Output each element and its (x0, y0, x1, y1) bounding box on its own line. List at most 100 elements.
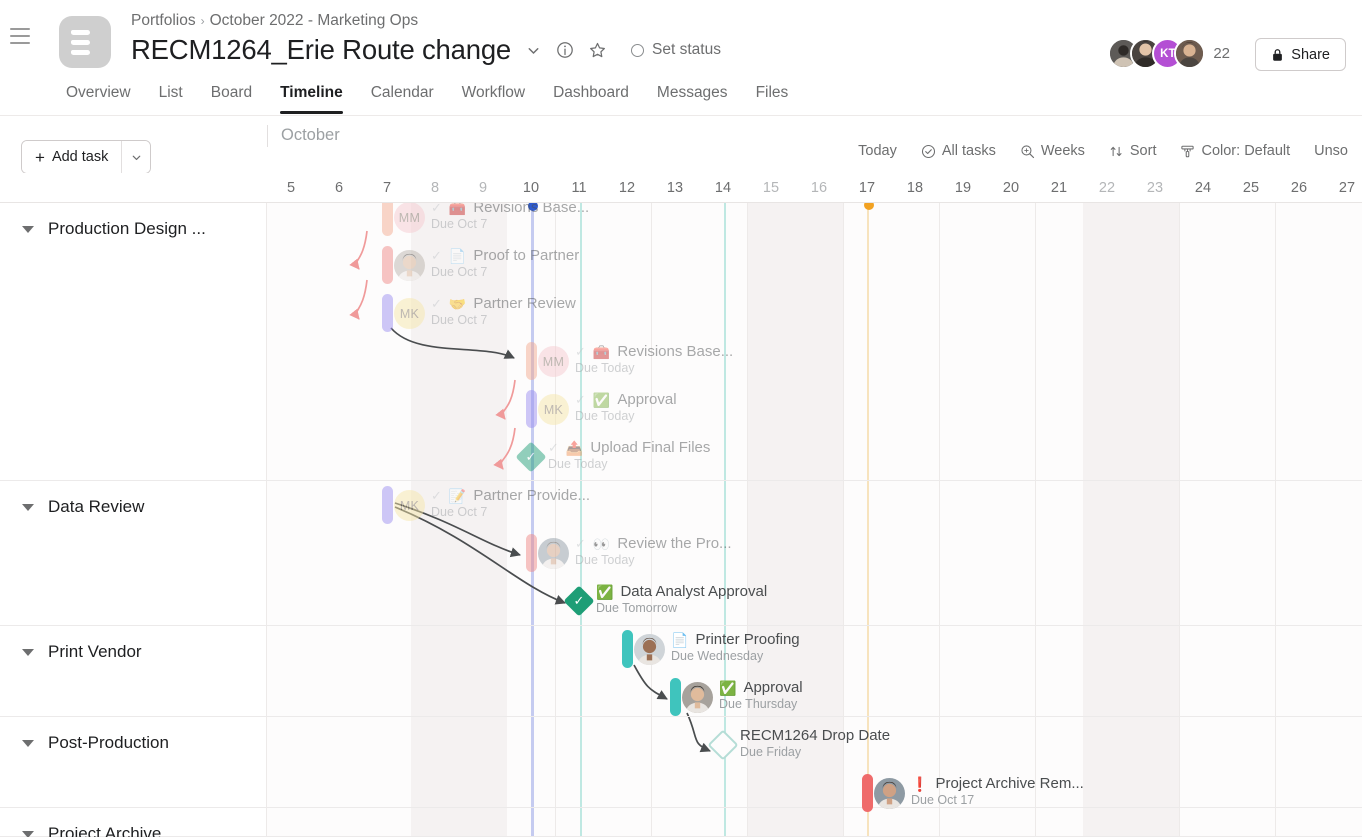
tab-dashboard[interactable]: Dashboard (539, 76, 643, 114)
task-complete-check-icon[interactable]: ✓ (548, 440, 559, 456)
caret-down-icon[interactable] (22, 225, 34, 233)
timeline-task-bar[interactable]: ✓ 📄 Proof to Partner Due Oct 7 (267, 243, 1362, 287)
month-divider (267, 125, 268, 147)
task-bar[interactable] (381, 486, 393, 524)
date-header-day: 24 (1194, 180, 1212, 196)
task-complete-check-icon[interactable]: ✓ (431, 296, 442, 312)
task-name[interactable]: Partner Provide... (473, 487, 590, 504)
caret-down-icon[interactable] (22, 648, 34, 656)
milestone-diamond[interactable] (707, 729, 739, 761)
task-assignee-avatar[interactable] (634, 634, 665, 665)
section-header-data-review[interactable]: Data Review (22, 497, 144, 517)
tab-calendar[interactable]: Calendar (357, 76, 448, 114)
section-header-print-vendor[interactable]: Print Vendor (22, 642, 142, 662)
tab-workflow[interactable]: Workflow (448, 76, 539, 114)
task-bar[interactable] (381, 246, 393, 284)
star-icon[interactable] (588, 41, 607, 60)
toolbar-color-default[interactable]: Color: Default (1168, 143, 1302, 159)
tab-timeline[interactable]: Timeline (266, 76, 357, 114)
timeline-grid[interactable]: MM ✓ 🧰 Revisions Base... Due Oct 7 ✓ 📄 Proof to… (267, 173, 1362, 837)
breadcrumb-portfolio-name[interactable]: October 2022 - Marketing Ops (210, 12, 419, 29)
tab-messages[interactable]: Messages (643, 76, 742, 114)
task-name[interactable]: Project Archive Rem... (935, 775, 1083, 792)
date-header-day: 25 (1242, 180, 1260, 196)
section-header-production-design[interactable]: Production Design ... (22, 219, 206, 239)
task-assignee-avatar[interactable]: MK (538, 394, 569, 425)
task-assignee-avatar[interactable]: MK (394, 298, 425, 329)
task-name[interactable]: Upload Final Files (590, 439, 710, 456)
task-name[interactable]: Data Analyst Approval (620, 583, 767, 600)
task-bar[interactable] (669, 678, 681, 716)
milestone-diamond[interactable]: ✓ (563, 585, 595, 617)
task-assignee-avatar[interactable] (538, 538, 569, 569)
caret-down-icon[interactable] (22, 739, 34, 747)
caret-down-icon[interactable] (22, 503, 34, 511)
timeline-task-bar[interactable]: MK ✓ 📝 Partner Provide... Due Oct 7 (267, 483, 1362, 527)
task-bar[interactable] (525, 534, 537, 572)
share-button[interactable]: Share (1255, 38, 1346, 71)
task-assignee-avatar[interactable]: MM (394, 202, 425, 233)
task-bar[interactable] (381, 294, 393, 332)
task-assignee-avatar[interactable]: MK (394, 490, 425, 521)
timeline-task-bar[interactable]: ✓ ✓ 📤 Upload Final Files Due Today (267, 435, 1362, 479)
task-complete-check-icon[interactable]: ✓ (575, 344, 586, 360)
task-name[interactable]: Proof to Partner (473, 247, 579, 264)
section-name: Print Vendor (48, 642, 142, 661)
timeline-task-bar[interactable]: ✓ 👀 Review the Pro... Due Today (267, 531, 1362, 575)
toolbar-today[interactable]: Today (846, 143, 909, 159)
info-icon[interactable] (556, 41, 574, 59)
add-task-button[interactable]: + Add task (22, 141, 122, 173)
tab-list[interactable]: List (145, 76, 197, 114)
milestone-diamond[interactable]: ✓ (515, 441, 547, 473)
task-complete-check-icon[interactable]: ✓ (431, 248, 442, 264)
timeline-task-bar[interactable]: MM ✓ 🧰 Revisions Base... Due Today (267, 339, 1362, 383)
timeline-task-bar[interactable]: MK ✓ ✅ Approval Due Today (267, 387, 1362, 431)
task-bar[interactable] (621, 630, 633, 668)
date-header-day: 8 (430, 180, 440, 196)
caret-down-icon[interactable] (22, 830, 34, 837)
task-bar[interactable] (381, 198, 393, 236)
task-name[interactable]: Approval (743, 679, 802, 696)
task-bar[interactable] (525, 390, 537, 428)
timeline-task-bar[interactable]: ✅ Approval Due Thursday (267, 675, 1362, 719)
tab-files[interactable]: Files (742, 76, 803, 114)
task-bar[interactable] (861, 774, 873, 812)
task-assignee-avatar[interactable]: MM (538, 346, 569, 377)
task-complete-check-icon[interactable]: ✓ (575, 392, 586, 408)
chevron-down-icon[interactable] (525, 42, 542, 59)
task-name[interactable]: Approval (617, 391, 676, 408)
task-assignee-avatar[interactable] (682, 682, 713, 713)
task-bar[interactable] (525, 342, 537, 380)
page-title[interactable]: RECM1264_Erie Route change (131, 34, 511, 66)
task-due-date: Due Today (575, 409, 635, 423)
section-header-post-production[interactable]: Post-Production (22, 733, 169, 753)
task-name[interactable]: Printer Proofing (695, 631, 799, 648)
timeline-task-bar[interactable]: ✓ ✅ Data Analyst Approval Due Tomorrow (267, 579, 1362, 623)
timeline-task-bar[interactable]: RECM1264 Drop Date Due Friday (267, 723, 1362, 767)
toolbar-weeks[interactable]: Weeks (1008, 143, 1097, 159)
tab-board[interactable]: Board (197, 76, 266, 114)
task-name[interactable]: Review the Pro... (617, 535, 731, 552)
task-complete-check-icon[interactable]: ✓ (575, 536, 586, 552)
timeline-task-bar[interactable]: MK ✓ 🤝 Partner Review Due Oct 7 (267, 291, 1362, 335)
toolbar-item-label: Today (858, 143, 897, 159)
task-name[interactable]: Partner Review (473, 295, 576, 312)
set-status-button[interactable]: Set status (631, 41, 721, 59)
timeline-task-bar[interactable]: 📄 Printer Proofing Due Wednesday (267, 627, 1362, 671)
task-name[interactable]: RECM1264 Drop Date (740, 727, 890, 744)
section-header-project-archive[interactable]: Project Archive (22, 824, 161, 837)
project-list-icon[interactable] (59, 16, 111, 68)
avatar[interactable] (1174, 38, 1206, 69)
breadcrumb-portfolios[interactable]: Portfolios (131, 12, 196, 29)
add-task-dropdown-button[interactable] (121, 141, 151, 173)
task-assignee-avatar[interactable] (874, 778, 905, 809)
task-complete-check-icon[interactable]: ✓ (431, 488, 442, 504)
hamburger-icon[interactable] (10, 28, 30, 44)
toolbar-unso[interactable]: Unso (1302, 143, 1360, 159)
toolbar-sort[interactable]: Sort (1097, 143, 1169, 159)
tab-overview[interactable]: Overview (52, 76, 145, 114)
task-assignee-avatar[interactable] (394, 250, 425, 281)
timeline-task-bar[interactable]: ❗ Project Archive Rem... Due Oct 17 (267, 771, 1362, 815)
toolbar-all-tasks[interactable]: All tasks (909, 143, 1008, 159)
task-name[interactable]: Revisions Base... (617, 343, 733, 360)
